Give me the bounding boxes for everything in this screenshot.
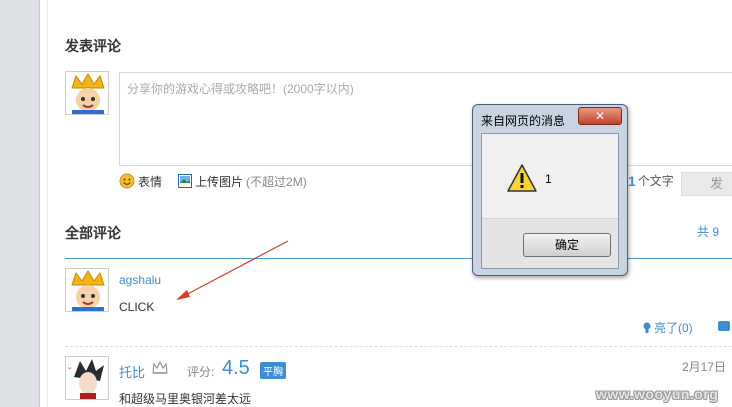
warning-icon [507, 164, 537, 192]
like-button[interactable]: 亮了(0) [643, 319, 693, 336]
avatar[interactable]: ᴗ [65, 356, 109, 400]
comment-text: 和超级马里奥银河差太远 [119, 392, 252, 406]
watermark: www.wooyun.org [596, 386, 719, 402]
post-comment-title: 发表评论 [65, 38, 121, 54]
upload-hint: (不超过2M) [246, 174, 307, 189]
reply-icon[interactable] [718, 321, 730, 331]
submit-button[interactable]: 发 [681, 172, 732, 196]
score-label: 评分: [187, 365, 215, 379]
dialog-title: 来自网页的消息 [481, 114, 566, 128]
dialog-message-area: 1 [482, 134, 618, 218]
comment-date: 2月17日 [682, 360, 727, 374]
alert-dialog: 来自网页的消息 ✕ 1 确定 [472, 104, 628, 276]
comment-placeholder: 分享你的游戏心得或攻略吧！(2000字以内) [127, 82, 354, 96]
lightbulb-icon [643, 322, 651, 333]
anime-avatar-icon: ᴗ [66, 357, 108, 399]
rating-badge: 平胸 [260, 362, 286, 379]
crown-icon [152, 361, 168, 374]
comment-text: CLICK [119, 300, 155, 314]
upload-image-button[interactable]: 上传图片 (不超过2M) [178, 173, 307, 190]
all-comments-title: 全部评论 [65, 225, 121, 241]
comment-textarea[interactable]: 分享你的游戏心得或攻略吧！(2000字以内) [119, 72, 732, 166]
smiley-icon [119, 173, 135, 189]
comment-username[interactable]: agshalu [119, 273, 161, 287]
dialog-message: 1 [545, 172, 552, 186]
comment-username[interactable]: 托比 [119, 362, 145, 381]
section-divider [65, 258, 732, 259]
comment-divider [65, 346, 732, 347]
left-gutter [0, 0, 40, 407]
avatar[interactable] [65, 71, 109, 115]
upload-label: 上传图片 [195, 174, 244, 189]
avatar[interactable] [65, 268, 109, 312]
left-border-line [47, 0, 48, 407]
like-label: 亮了(0) [654, 321, 693, 335]
dialog-close-button[interactable]: ✕ [578, 107, 622, 125]
crown-avatar-icon [66, 72, 108, 114]
crown-avatar-icon [66, 269, 108, 311]
score-value: 4.5 [222, 357, 250, 379]
comment-total-link[interactable]: 共 9 [697, 223, 719, 240]
ok-button[interactable]: 确定 [523, 233, 611, 257]
emoji-label: 表情 [138, 174, 163, 189]
dialog-body: 1 确定 [481, 133, 619, 269]
char-count-unit: 个文字 [637, 174, 674, 188]
emoji-button[interactable]: 表情 [119, 173, 162, 190]
char-count: 1 [628, 172, 636, 189]
dialog-footer: 确定 [482, 218, 618, 268]
image-icon [178, 174, 193, 188]
char-counter: 1 个文字 [628, 172, 674, 189]
